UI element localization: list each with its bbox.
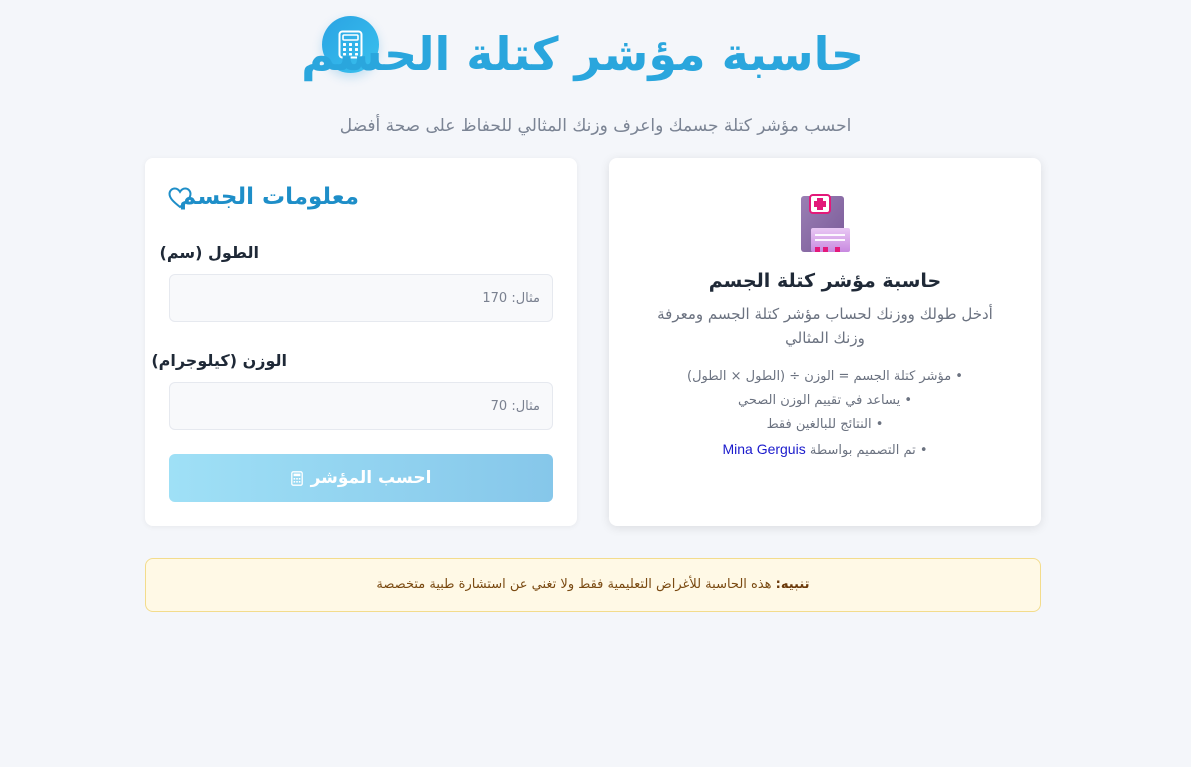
info-card: حاسبة مؤشر كتلة الجسم أدخل طولك ووزنك لح… <box>609 158 1041 526</box>
header: حاسبة مؤشر كتلة الحسم احسب مؤشر كتلة جسم… <box>0 16 1191 136</box>
disclaimer-text: هذه الحاسبة للأغراض التعليمية فقط ولا تغ… <box>376 577 772 592</box>
info-description: أدخل طولك ووزنك لحساب مؤشر كتلة الجسم وم… <box>657 305 993 347</box>
disclaimer-label: تنبيه: <box>775 577 810 592</box>
calculator-small-icon <box>290 470 303 486</box>
disclaimer-banner: تنبيه: هذه الحاسبة للأغراض التعليمية فقط… <box>145 558 1041 612</box>
weight-input[interactable] <box>169 382 553 430</box>
info-title: حاسبة مؤشر كتلة الجسم <box>708 270 942 292</box>
page-subtitle: احسب مؤشر كتلة جسمك واعرف وزنك المثالي ل… <box>339 116 852 136</box>
title-wrap: حاسبة مؤشر كتلة الحسم <box>301 16 882 86</box>
height-input[interactable] <box>169 274 553 322</box>
calculate-button-content: احسب المؤشر <box>290 468 432 488</box>
bmi-calculator-page: حاسبة مؤشر كتلة الحسم احسب مؤشر كتلة جسم… <box>0 0 1191 767</box>
page-title: حاسبة مؤشر كتلة الحسم <box>301 27 864 81</box>
calculate-button-label: احسب المؤشر <box>310 468 432 488</box>
height-label: الطول (سم) <box>159 243 259 262</box>
weight-label: الوزن (كيلوجرام) <box>151 351 287 370</box>
credit-item: • تم التصميم بواسطة Mina Gerguis <box>609 437 1041 463</box>
form-title: معلومات الجسم <box>179 184 359 210</box>
list-item: • يساعد في تقييم الوزن الصحي <box>737 393 912 408</box>
author-link[interactable]: Mina Gerguis <box>722 441 805 457</box>
calculate-button[interactable]: احسب المؤشر <box>169 454 553 502</box>
body-info-card: معلومات الجسم الطول (سم) الوزن (كيلوجرام… <box>145 158 577 526</box>
credit-prefix: • تم التصميم بواسطة <box>809 443 928 458</box>
list-item: • النتائج للبالغين فقط <box>766 417 884 432</box>
medical-clipboard-icon <box>799 194 853 256</box>
list-item: • مؤشر كتلة الجسم = الوزن ÷ (الطول × الط… <box>687 369 963 384</box>
info-list: • مؤشر كتلة الجسم = الوزن ÷ (الطول × الط… <box>609 365 1041 463</box>
